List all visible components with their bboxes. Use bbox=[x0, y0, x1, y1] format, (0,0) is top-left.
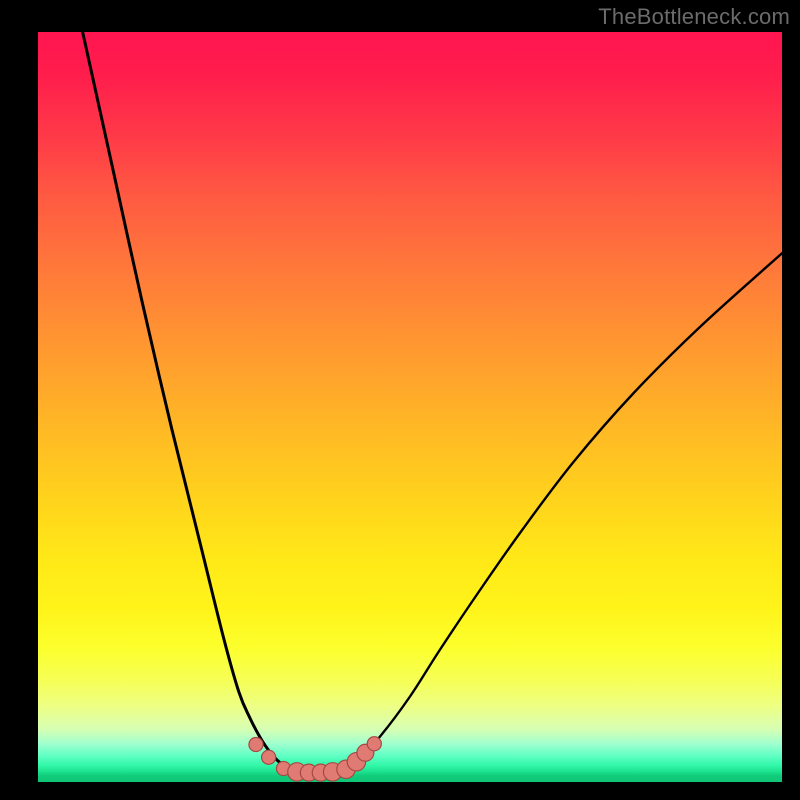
watermark-text: TheBottleneck.com bbox=[598, 4, 790, 30]
curve-markers bbox=[249, 737, 381, 781]
curve-left-branch bbox=[83, 32, 295, 771]
curve-marker bbox=[262, 750, 276, 764]
chart-frame: TheBottleneck.com bbox=[0, 0, 800, 800]
curve-svg bbox=[38, 32, 782, 782]
plot-area bbox=[38, 32, 782, 782]
curve-marker bbox=[249, 737, 263, 751]
curve-right-branch bbox=[343, 253, 782, 770]
curve-marker bbox=[367, 737, 381, 751]
